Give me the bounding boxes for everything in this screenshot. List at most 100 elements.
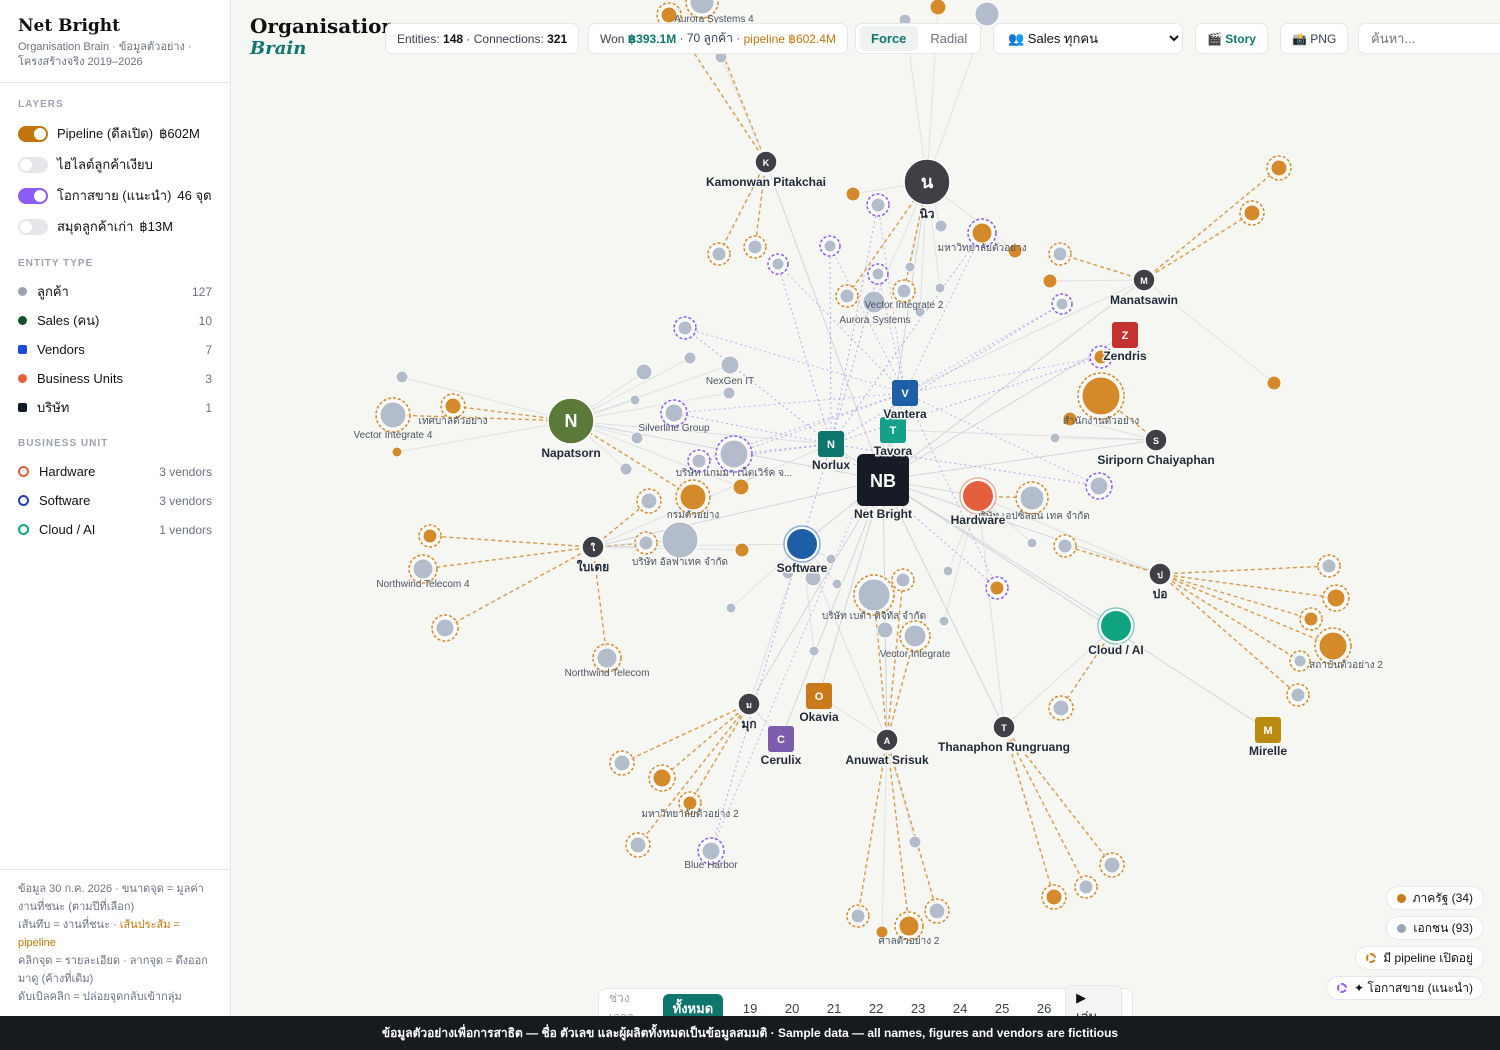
customer-node[interactable] bbox=[725, 602, 737, 614]
customer-node[interactable] bbox=[808, 645, 820, 657]
customer-node[interactable] bbox=[938, 615, 950, 627]
mode-force-button[interactable]: Force bbox=[859, 26, 919, 51]
entity-type-row[interactable]: Sales (คน) 10 bbox=[0, 306, 230, 335]
timeline-year-button[interactable]: 21 bbox=[813, 1001, 855, 1016]
customer-node[interactable] bbox=[1026, 537, 1038, 549]
customer-node[interactable] bbox=[1051, 293, 1073, 315]
customer-node[interactable] bbox=[846, 904, 870, 928]
sales-person-node[interactable]: K bbox=[754, 150, 778, 174]
sales-person-node[interactable]: M bbox=[1132, 268, 1156, 292]
search-input[interactable] bbox=[1358, 23, 1500, 54]
chip-government[interactable]: ภาครัฐ (34) bbox=[1385, 886, 1484, 910]
story-button[interactable]: 🎬 Story bbox=[1195, 23, 1268, 54]
customer-node[interactable] bbox=[1286, 683, 1310, 707]
customer-node[interactable] bbox=[673, 316, 697, 340]
customer-node[interactable] bbox=[934, 282, 946, 294]
customer-node[interactable] bbox=[661, 521, 699, 559]
customer-node[interactable] bbox=[1048, 242, 1072, 266]
customer-node[interactable] bbox=[1041, 884, 1067, 910]
customer-node[interactable] bbox=[375, 397, 411, 433]
sales-person-node[interactable]: ม bbox=[737, 692, 761, 716]
toggle-switch[interactable] bbox=[18, 187, 48, 204]
business-unit-node[interactable] bbox=[783, 525, 821, 563]
entity-type-row[interactable]: บริษัท 1 bbox=[0, 393, 230, 422]
customer-node[interactable] bbox=[1074, 875, 1098, 899]
customer-node[interactable] bbox=[853, 574, 895, 616]
business-unit-row[interactable]: Software 3 vendors bbox=[0, 486, 230, 515]
customer-node[interactable] bbox=[866, 193, 890, 217]
customer-node[interactable] bbox=[648, 764, 676, 792]
customer-node[interactable] bbox=[625, 832, 651, 858]
customer-node[interactable] bbox=[974, 1, 1000, 27]
customer-node[interactable] bbox=[395, 370, 409, 384]
vendor-node[interactable]: V bbox=[892, 380, 918, 406]
vendor-node[interactable]: M bbox=[1255, 717, 1281, 743]
layer-toggle-row[interactable]: Pipeline (ดีลเปิด) ฿602M bbox=[0, 118, 230, 149]
customer-node[interactable] bbox=[1322, 584, 1350, 612]
toggle-switch[interactable] bbox=[18, 218, 48, 235]
layer-toggle-row[interactable]: สมุดลูกค้าเก่า ฿13M bbox=[0, 211, 230, 242]
entity-type-row[interactable]: Vendors 7 bbox=[0, 335, 230, 364]
customer-node[interactable] bbox=[722, 386, 736, 400]
png-export-button[interactable]: 📸 PNG bbox=[1280, 23, 1349, 54]
customer-node[interactable] bbox=[1085, 472, 1113, 500]
toggle-switch[interactable] bbox=[18, 156, 48, 173]
customer-node[interactable] bbox=[934, 219, 948, 233]
sales-person-node[interactable]: ป bbox=[1148, 562, 1172, 586]
business-unit-row[interactable]: Hardware 3 vendors bbox=[0, 457, 230, 486]
customer-node[interactable] bbox=[924, 898, 950, 924]
network-graph[interactable]: VTNZOCMนNKMSใปมATNBAurora Systems 4มหาวิ… bbox=[232, 0, 1500, 1050]
customer-node[interactable] bbox=[732, 478, 750, 496]
customer-node[interactable] bbox=[876, 621, 894, 639]
customer-node[interactable] bbox=[1048, 695, 1074, 721]
sales-person-node[interactable]: S bbox=[1144, 428, 1168, 452]
sales-person-node[interactable]: N bbox=[547, 397, 595, 445]
customer-node[interactable] bbox=[867, 263, 889, 285]
vendor-node[interactable]: O bbox=[806, 683, 832, 709]
customer-node[interactable] bbox=[985, 576, 1009, 600]
customer-node[interactable] bbox=[619, 462, 633, 476]
vendor-node[interactable]: N bbox=[818, 431, 844, 457]
customer-node[interactable] bbox=[767, 253, 789, 275]
mode-radial-button[interactable]: Radial bbox=[918, 26, 979, 51]
entity-type-row[interactable]: Business Units 3 bbox=[0, 364, 230, 393]
customer-node[interactable] bbox=[1053, 534, 1077, 558]
customer-node[interactable] bbox=[675, 479, 711, 515]
customer-node[interactable] bbox=[431, 614, 459, 642]
customer-node[interactable] bbox=[634, 531, 658, 555]
customer-node[interactable] bbox=[1049, 432, 1061, 444]
customer-node[interactable] bbox=[831, 578, 843, 590]
chip-private[interactable]: เอกชน (93) bbox=[1386, 916, 1484, 940]
chip-pipeline[interactable]: มี pipeline เปิดอยู่ bbox=[1355, 946, 1484, 970]
timeline-year-button[interactable]: 25 bbox=[981, 1001, 1023, 1016]
customer-node[interactable] bbox=[1077, 372, 1125, 420]
customer-node[interactable] bbox=[715, 435, 753, 473]
customer-node[interactable] bbox=[835, 284, 859, 308]
business-unit-node[interactable] bbox=[959, 477, 997, 515]
sales-person-node[interactable]: ใ bbox=[581, 535, 605, 559]
vendor-node[interactable]: C bbox=[768, 726, 794, 752]
customer-node[interactable] bbox=[636, 488, 662, 514]
customer-node[interactable] bbox=[734, 542, 750, 558]
entity-type-row[interactable]: ลูกค้า 127 bbox=[0, 277, 230, 306]
customer-node[interactable] bbox=[1099, 852, 1125, 878]
business-unit-node[interactable] bbox=[1097, 607, 1135, 645]
layer-toggle-row[interactable]: ไฮไลต์ลูกค้าเงียบ bbox=[0, 149, 230, 180]
toggle-switch[interactable] bbox=[18, 125, 48, 142]
customer-node[interactable] bbox=[1015, 481, 1049, 515]
customer-node[interactable] bbox=[892, 279, 916, 303]
timeline-year-button[interactable]: 23 bbox=[897, 1001, 939, 1016]
customer-node[interactable] bbox=[1317, 554, 1341, 578]
sales-person-node[interactable]: น bbox=[903, 158, 951, 206]
customer-node[interactable] bbox=[707, 242, 731, 266]
customer-node[interactable] bbox=[1289, 650, 1311, 672]
customer-node[interactable] bbox=[635, 363, 653, 381]
timeline-year-button[interactable]: 20 bbox=[771, 1001, 813, 1016]
customer-node[interactable] bbox=[825, 553, 837, 565]
customer-node[interactable] bbox=[1042, 273, 1058, 289]
customer-node[interactable] bbox=[891, 568, 915, 592]
customer-node[interactable] bbox=[1266, 375, 1282, 391]
customer-node[interactable] bbox=[1299, 607, 1323, 631]
business-unit-row[interactable]: Cloud / AI 1 vendors bbox=[0, 515, 230, 544]
customer-node[interactable] bbox=[720, 355, 740, 375]
